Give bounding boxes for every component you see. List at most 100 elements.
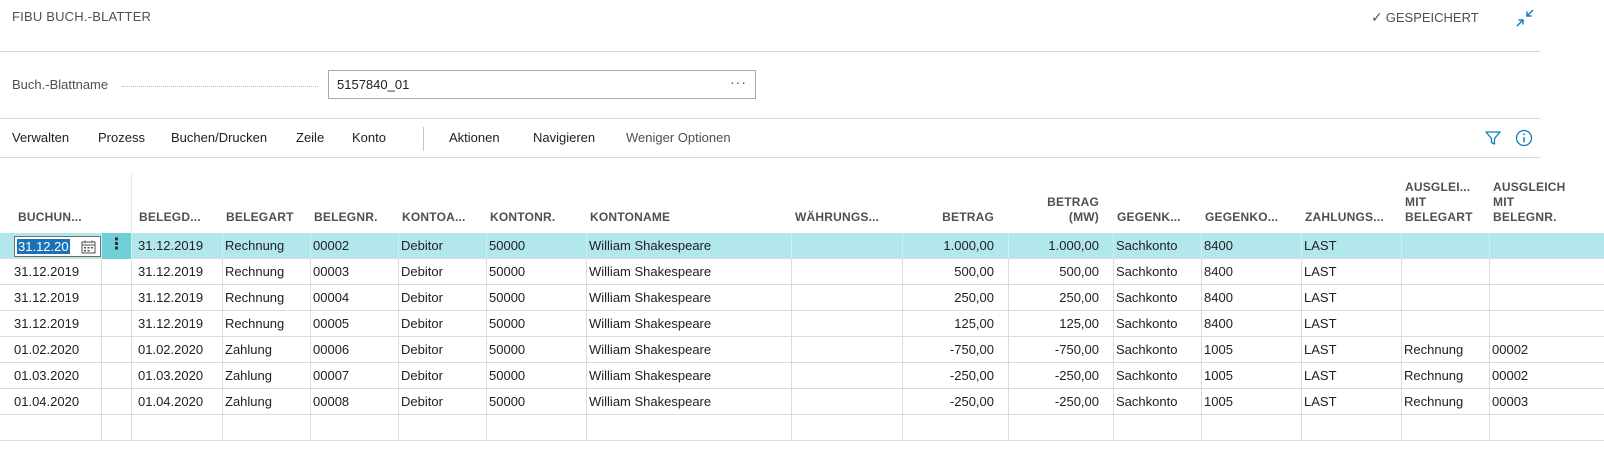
column-header[interactable]: BELEGNR. <box>314 210 378 225</box>
table-cell[interactable]: 250,00 <box>1008 285 1099 311</box>
table-cell[interactable] <box>589 415 789 441</box>
table-cell[interactable] <box>1404 415 1487 441</box>
table-cell[interactable] <box>902 415 994 441</box>
table-cell[interactable]: 125,00 <box>902 311 994 337</box>
table-cell[interactable]: Sachkonto <box>1116 259 1199 285</box>
table-cell[interactable] <box>794 233 900 259</box>
table-row[interactable]: 31.12.2019 31.12.2019 Rechnung 00004 Debitor… <box>0 285 1604 311</box>
table-cell[interactable] <box>794 285 900 311</box>
action-konto[interactable]: Konto <box>352 130 386 145</box>
table-cell[interactable]: 50000 <box>489 259 584 285</box>
table-cell[interactable]: Debitor <box>401 233 484 259</box>
table-row[interactable]: 01.04.2020 01.04.2020 Zahlung 00008 Debitor 5… <box>0 389 1604 415</box>
table-cell[interactable]: 00002 <box>1492 363 1602 389</box>
table-row[interactable]: 31.12.2019 31.12.2019 Rechnung 00003 Debitor… <box>0 259 1604 285</box>
table-cell[interactable]: LAST <box>1304 337 1399 363</box>
table-cell[interactable]: 1.000,00 <box>1008 233 1099 259</box>
table-cell[interactable] <box>794 311 900 337</box>
action-verwalten[interactable]: Verwalten <box>12 130 69 145</box>
table-cell[interactable] <box>1404 311 1487 337</box>
table-cell[interactable]: LAST <box>1304 259 1399 285</box>
action-weniger-optionen[interactable]: Weniger Optionen <box>626 130 731 145</box>
table-cell[interactable]: 01.03.2020 <box>138 363 220 389</box>
table-row[interactable]: 01.03.2020 01.03.2020 Zahlung 00007 Debitor 5… <box>0 363 1604 389</box>
table-cell[interactable] <box>1492 285 1602 311</box>
table-cell[interactable]: LAST <box>1304 233 1399 259</box>
table-cell[interactable]: William Shakespeare <box>589 285 789 311</box>
table-cell[interactable]: -750,00 <box>1008 337 1099 363</box>
table-cell[interactable]: 1.000,00 <box>902 233 994 259</box>
table-cell[interactable]: 01.02.2020 <box>14 337 99 363</box>
table-cell[interactable]: 1005 <box>1204 363 1299 389</box>
table-cell[interactable]: 00007 <box>313 363 396 389</box>
table-cell[interactable]: Rechnung <box>225 259 308 285</box>
table-cell[interactable]: 00002 <box>313 233 396 259</box>
table-cell[interactable]: 00004 <box>313 285 396 311</box>
table-cell[interactable]: LAST <box>1304 363 1399 389</box>
column-header[interactable]: AUSGLEICH MIT BELEGNR. <box>1493 180 1565 225</box>
table-cell[interactable]: Zahlung <box>225 363 308 389</box>
lookup-ellipsis-button[interactable]: ··· <box>730 74 747 90</box>
table-cell[interactable] <box>225 415 308 441</box>
table-cell[interactable]: 00003 <box>313 259 396 285</box>
column-header[interactable]: BETRAG <box>902 210 994 225</box>
table-cell[interactable]: 31.12.2019 <box>138 233 220 259</box>
row-menu-button[interactable]: ⋮ <box>102 233 131 259</box>
table-cell[interactable]: Debitor <box>401 285 484 311</box>
table-cell[interactable]: 31.12.2019 <box>138 259 220 285</box>
table-cell[interactable]: 31.12.2019 <box>138 311 220 337</box>
table-cell[interactable]: William Shakespeare <box>589 259 789 285</box>
column-header[interactable]: KONTONAME <box>590 210 670 225</box>
table-cell[interactable]: Sachkonto <box>1116 363 1199 389</box>
table-cell[interactable] <box>1492 259 1602 285</box>
table-cell[interactable]: 01.03.2020 <box>14 363 99 389</box>
table-cell[interactable]: Sachkonto <box>1116 233 1199 259</box>
table-cell[interactable]: Rechnung <box>1404 363 1487 389</box>
table-cell[interactable]: 50000 <box>489 363 584 389</box>
table-cell[interactable]: 00003 <box>1492 389 1602 415</box>
table-cell[interactable]: 50000 <box>489 233 584 259</box>
posting-date-input[interactable]: 31.12.20 <box>14 236 101 257</box>
table-cell[interactable]: 01.02.2020 <box>138 337 220 363</box>
table-cell[interactable]: 250,00 <box>902 285 994 311</box>
table-cell[interactable] <box>1204 415 1299 441</box>
table-cell[interactable]: 500,00 <box>1008 259 1099 285</box>
column-header[interactable]: KONTONR. <box>490 210 555 225</box>
table-cell[interactable]: -250,00 <box>902 363 994 389</box>
table-cell[interactable]: 8400 <box>1204 311 1299 337</box>
table-cell[interactable]: 125,00 <box>1008 311 1099 337</box>
table-cell[interactable]: Sachkonto <box>1116 389 1199 415</box>
table-cell[interactable]: LAST <box>1304 389 1399 415</box>
table-cell[interactable] <box>794 389 900 415</box>
table-cell[interactable]: -250,00 <box>1008 363 1099 389</box>
calendar-icon[interactable] <box>81 240 96 254</box>
table-cell[interactable]: 50000 <box>489 337 584 363</box>
table-cell[interactable]: 00005 <box>313 311 396 337</box>
table-cell[interactable]: 31.12.2019 <box>14 285 99 311</box>
table-cell[interactable]: 31.12.2019 <box>14 259 99 285</box>
table-cell[interactable]: 1005 <box>1204 337 1299 363</box>
table-cell[interactable]: William Shakespeare <box>589 311 789 337</box>
column-header[interactable]: BETRAG (MW) <box>1008 195 1099 225</box>
table-cell[interactable] <box>1492 311 1602 337</box>
table-cell[interactable] <box>1404 285 1487 311</box>
table-cell[interactable]: 31.12.2019 <box>138 285 220 311</box>
table-cell[interactable] <box>489 415 584 441</box>
table-cell[interactable]: Rechnung <box>1404 389 1487 415</box>
column-header[interactable]: WÄHRUNGS... <box>795 210 879 225</box>
table-cell[interactable]: Debitor <box>401 259 484 285</box>
table-cell[interactable]: William Shakespeare <box>589 337 789 363</box>
table-cell[interactable]: Zahlung <box>225 337 308 363</box>
table-cell[interactable]: William Shakespeare <box>589 389 789 415</box>
column-header[interactable]: BUCHUN... <box>18 210 82 225</box>
action-prozess[interactable]: Prozess <box>98 130 145 145</box>
table-cell[interactable] <box>14 415 99 441</box>
column-header[interactable]: BELEGART <box>226 210 294 225</box>
table-cell[interactable] <box>794 337 900 363</box>
table-cell[interactable]: Sachkonto <box>1116 311 1199 337</box>
table-row[interactable]: 31.12.2019 Rechnung 00002 Debitor 50000 Willi… <box>0 233 1604 259</box>
table-cell[interactable]: 500,00 <box>902 259 994 285</box>
table-row[interactable]: 01.02.2020 01.02.2020 Zahlung 00006 Debitor 5… <box>0 337 1604 363</box>
table-cell[interactable]: 50000 <box>489 389 584 415</box>
table-cell[interactable]: Rechnung <box>225 311 308 337</box>
